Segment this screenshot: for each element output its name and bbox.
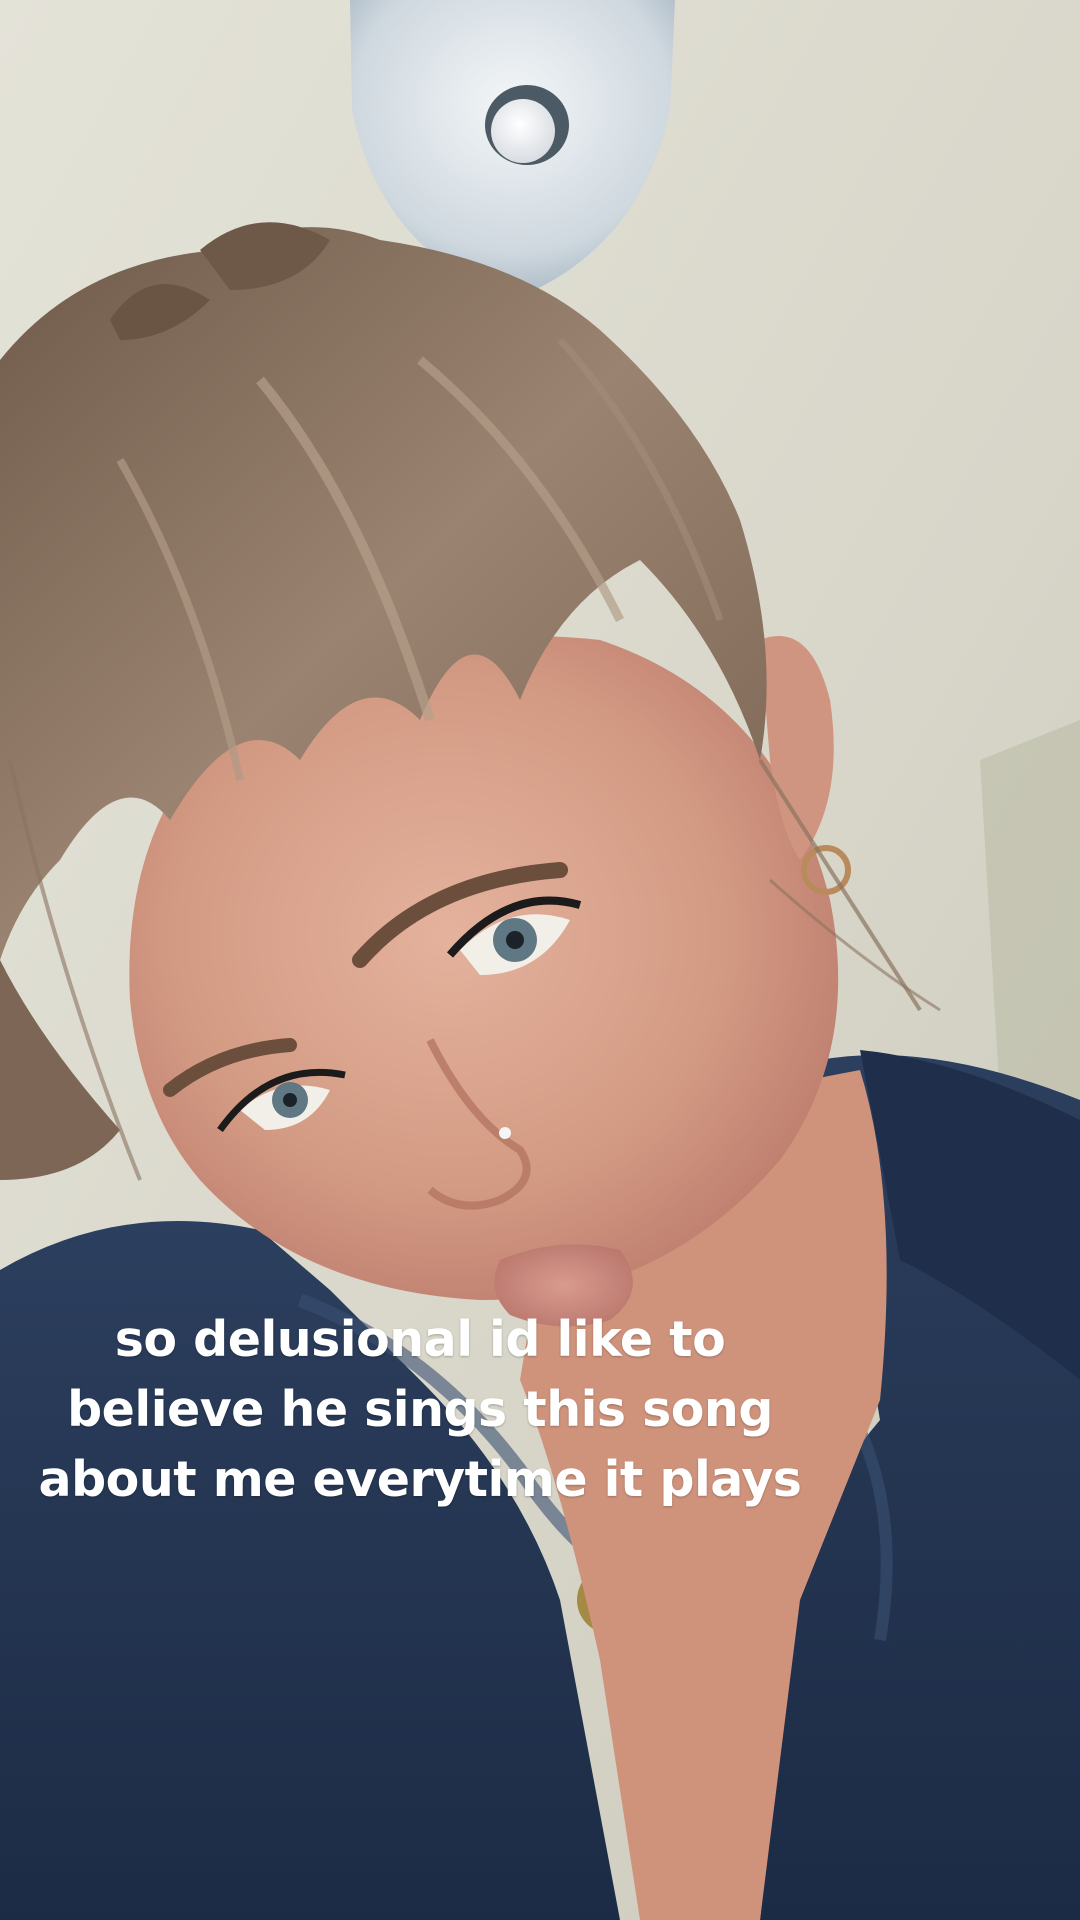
caption-line-3: about me everytime it plays bbox=[38, 1451, 802, 1508]
caption-line-1: so delusional id like to bbox=[114, 1311, 726, 1368]
caption-line-2: believe he sings this song bbox=[67, 1381, 773, 1438]
selfie-photo bbox=[0, 0, 1080, 1920]
caption-overlay: so delusional id like to believe he sing… bbox=[0, 1305, 840, 1515]
video-frame: so delusional id like to believe he sing… bbox=[0, 0, 1080, 1920]
nose-stud bbox=[499, 1127, 511, 1139]
